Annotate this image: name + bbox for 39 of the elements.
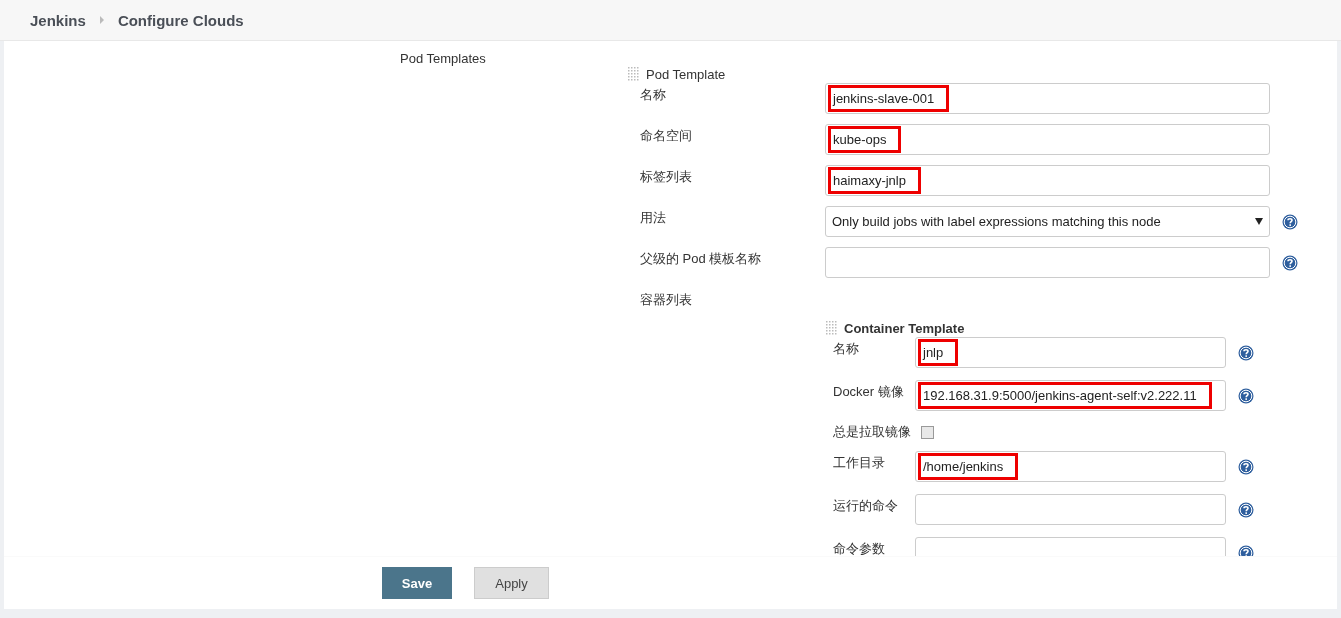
apply-button[interactable]: Apply [474,567,549,600]
dropdown-arrow-icon[interactable] [1255,218,1263,225]
input-field[interactable]: jnlp [915,337,1226,368]
field-label: 名称 [640,86,667,104]
save-button[interactable]: Save [382,567,452,600]
checkbox[interactable] [921,425,934,439]
input-field[interactable]: kube-ops [825,124,1270,155]
input-field[interactable]: /home/jenkins [915,451,1226,482]
section-label: Pod Templates [400,51,486,66]
field-label: 容器列表 [640,291,693,309]
help-icon[interactable] [1238,388,1254,404]
usage-dropdown[interactable]: Only build jobs with label expressions matching this node [825,206,1270,237]
help-icon[interactable] [1282,214,1298,230]
input-field[interactable]: 192.168.31.9:5000/jenkins-agent-self:v2.222.11 [915,380,1226,411]
input-field[interactable]: haimaxy-jnlp [825,165,1270,196]
input-field[interactable] [915,494,1226,525]
field-label: 父级的 Pod 模板名称 [640,250,763,268]
drag-handle-icon[interactable] [628,66,640,82]
field-label: 标签列表 [640,168,693,186]
drag-handle-icon[interactable] [826,320,838,336]
field-label: 工作目录 [833,454,886,472]
help-icon[interactable] [1282,255,1298,271]
field-label: 命名空间 [640,127,693,145]
section-title: Pod Template [646,66,726,82]
input-field[interactable] [825,247,1270,278]
help-icon[interactable] [1238,345,1254,361]
field-label: 用法 [640,209,667,227]
help-icon[interactable] [1238,459,1254,475]
breadcrumb-link[interactable]: Configure Clouds [117,11,244,29]
field-label: Docker 镜像 [833,383,905,401]
section-title: Container Template [844,320,965,336]
help-icon[interactable] [1238,545,1254,557]
help-icon[interactable] [1238,502,1254,518]
field-label: 运行的命令 [833,497,899,515]
input-field[interactable]: jenkins-slave-001 [825,83,1270,114]
field-label: 总是拉取镜像 [833,423,911,441]
field-label: 名称 [833,340,860,358]
breadcrumb-link[interactable]: Jenkins [30,11,86,29]
field-label: 命令参数 [833,540,886,557]
